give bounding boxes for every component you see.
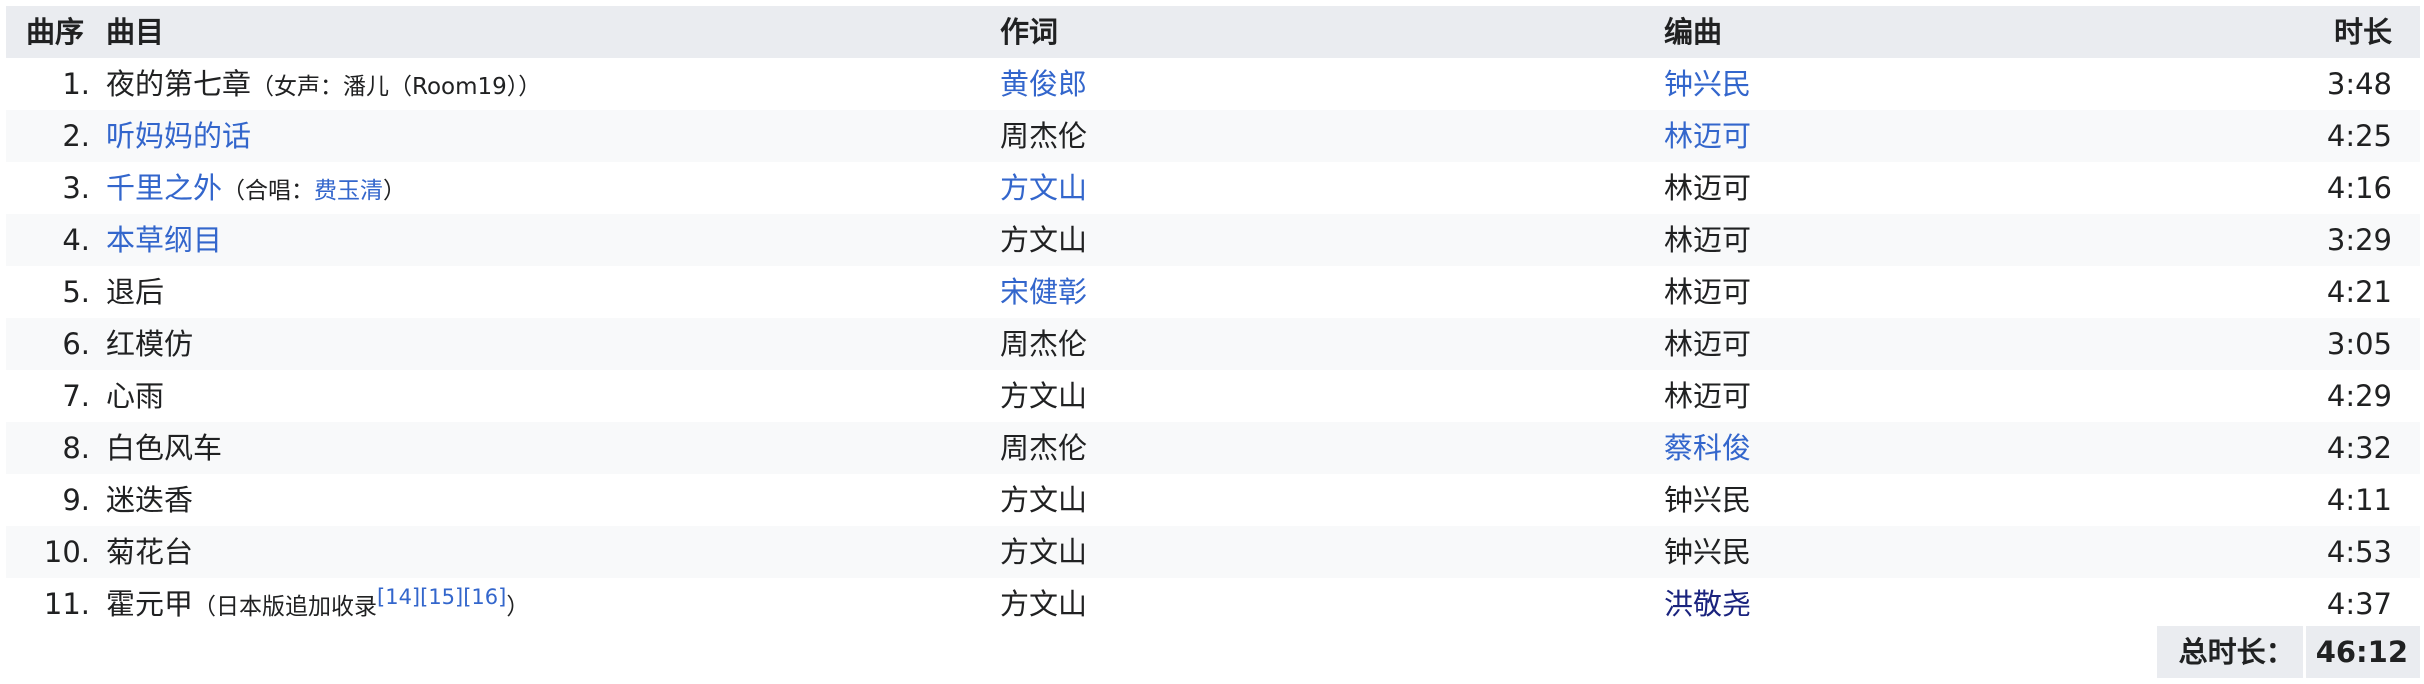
track-number: 1. [62, 67, 90, 101]
track-note: （日本版追加收录 [193, 594, 378, 620]
track-title-cell: 霍元甲（日本版追加收录[14][15][16]） [106, 578, 529, 630]
arranger-link[interactable]: 钟兴民 [1664, 58, 1751, 110]
lyricist: 方文山 [1000, 535, 1088, 569]
track-duration: 4:53 [2326, 535, 2392, 569]
lyricist: 方文山 [1000, 379, 1088, 413]
table-row: 8. 白色风车 周杰伦 蔡科俊 4:32 [6, 422, 2420, 474]
lyricist: 方文山 [1000, 483, 1088, 517]
track-number: 6. [62, 327, 90, 361]
track-title-cell: 千里之外（合唱：费玉清） [106, 162, 406, 214]
lyricist: 周杰伦 [1000, 431, 1088, 465]
total-duration-value: 46:12 [2305, 626, 2420, 678]
track-number: 7. [62, 379, 90, 413]
header-arranger: 编曲 [1664, 15, 1723, 49]
arranger: 钟兴民 [1664, 535, 1752, 569]
track-title-link[interactable]: 千里之外 [106, 171, 222, 205]
lyricist: 方文山 [1000, 587, 1088, 621]
track-note: （女声：潘儿（Room19）） [251, 74, 542, 100]
tracklist-table: 曲序 曲目 作词 编曲 时长 1. 夜的第七章（女声：潘儿（Room19）） 黄… [0, 0, 2424, 684]
track-duration: 4:29 [2326, 379, 2392, 413]
header-track-number: 曲序 [26, 15, 85, 49]
track-title-cell: 夜的第七章（女声：潘儿（Room19）） [106, 58, 541, 110]
track-number: 3. [62, 171, 90, 205]
arranger: 钟兴民 [1664, 483, 1752, 517]
track-title: 夜的第七章 [106, 67, 252, 101]
table-row: 3. 千里之外（合唱：费玉清） 方文山 林迈可 4:16 [6, 162, 2420, 214]
track-note-end: ） [506, 594, 530, 620]
arranger-link[interactable]: 蔡科俊 [1664, 422, 1751, 474]
track-number: 5. [62, 275, 90, 309]
table-row: 5. 退后 宋健彰 林迈可 4:21 [6, 266, 2420, 318]
table-header-row: 曲序 曲目 作词 编曲 时长 [6, 6, 2420, 58]
track-duration: 4:25 [2326, 119, 2392, 153]
track-title: 红模仿 [106, 327, 194, 361]
track-number: 4. [62, 223, 90, 257]
track-number: 11. [43, 587, 90, 621]
track-title: 白色风车 [106, 431, 223, 465]
track-duration: 4:16 [2326, 171, 2392, 205]
track-duration: 3:05 [2326, 327, 2392, 361]
table-row: 6. 红模仿 周杰伦 林迈可 3:05 [6, 318, 2420, 370]
track-number: 9. [62, 483, 90, 517]
arranger-link[interactable]: 林迈可 [1664, 110, 1751, 162]
total-duration-row: 总时长： 46:12 [2156, 626, 2420, 678]
table-row: 1. 夜的第七章（女声：潘儿（Room19）） 黄俊郎 钟兴民 3:48 [6, 58, 2420, 110]
lyricist: 方文山 [1000, 223, 1088, 257]
track-title: 菊花台 [106, 535, 194, 569]
table-row: 10. 菊花台 方文山 钟兴民 4:53 [6, 526, 2420, 578]
track-title: 退后 [106, 275, 165, 309]
total-duration-label: 总时长： [2156, 626, 2303, 678]
table-row: 7. 心雨 方文山 林迈可 4:29 [6, 370, 2420, 422]
track-duration: 4:37 [2326, 587, 2392, 621]
track-number: 8. [62, 431, 90, 465]
track-note-end: ） [383, 178, 407, 204]
table-row: 4. 本草纲目 方文山 林迈可 3:29 [6, 214, 2420, 266]
track-title: 心雨 [106, 379, 165, 413]
reference-links[interactable]: [14][15][16] [377, 585, 506, 609]
track-duration: 3:48 [2326, 67, 2392, 101]
arranger: 林迈可 [1664, 327, 1752, 361]
track-title: 霍元甲 [106, 587, 194, 621]
track-note: （合唱： [222, 178, 315, 204]
arranger: 林迈可 [1664, 171, 1752, 205]
track-number: 2. [62, 119, 90, 153]
arranger: 林迈可 [1664, 379, 1752, 413]
table-row: 9. 迷迭香 方文山 钟兴民 4:11 [6, 474, 2420, 526]
lyricist-link[interactable]: 宋健彰 [1000, 266, 1087, 318]
arranger: 林迈可 [1664, 275, 1752, 309]
lyricist-link[interactable]: 黄俊郎 [1000, 58, 1087, 110]
header-duration: 时长 [2333, 15, 2392, 49]
track-number: 10. [43, 535, 90, 569]
track-duration: 4:32 [2326, 431, 2392, 465]
lyricist: 周杰伦 [1000, 119, 1088, 153]
arranger: 林迈可 [1664, 223, 1752, 257]
header-title: 曲目 [106, 15, 165, 49]
table-row: 2. 听妈妈的话 周杰伦 林迈可 4:25 [6, 110, 2420, 162]
featured-artist-link[interactable]: 费玉清 [314, 178, 383, 204]
arranger-link[interactable]: 洪敬尧 [1664, 578, 1751, 630]
track-title: 迷迭香 [106, 483, 194, 517]
header-lyricist: 作词 [1000, 15, 1059, 49]
track-title-link[interactable]: 本草纲目 [106, 214, 222, 266]
lyricist-link[interactable]: 方文山 [1000, 162, 1087, 214]
track-duration: 3:29 [2326, 223, 2392, 257]
track-duration: 4:11 [2326, 483, 2392, 517]
lyricist: 周杰伦 [1000, 327, 1088, 361]
table-row: 11. 霍元甲（日本版追加收录[14][15][16]） 方文山 洪敬尧 4:3… [6, 578, 2420, 630]
track-duration: 4:21 [2326, 275, 2392, 309]
track-title-link[interactable]: 听妈妈的话 [106, 110, 251, 162]
